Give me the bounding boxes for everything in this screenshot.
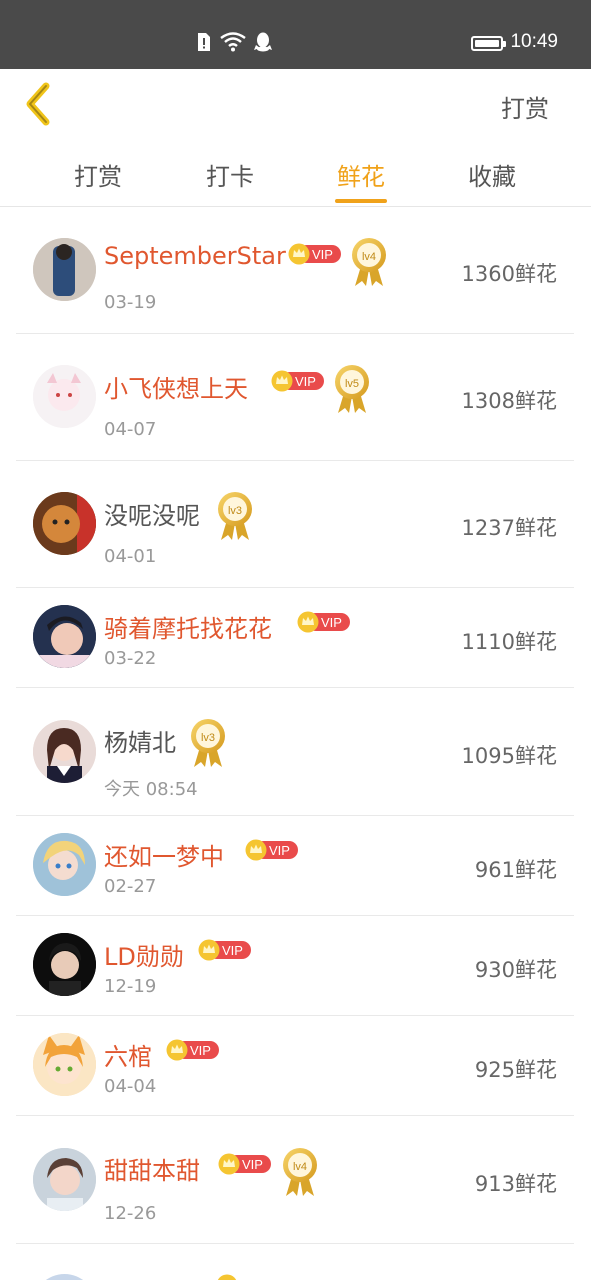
tab-bar: 打赏 打卡 鲜花 收藏: [0, 139, 591, 207]
item-date: 今天 08:54: [104, 779, 198, 800]
svg-text:lv3: lv3: [201, 732, 215, 744]
list-item[interactable]: 小飞侠想上天 VIP lv5 04-07 1308鲜花: [16, 334, 574, 461]
tab-favorites[interactable]: 收藏: [447, 157, 537, 192]
vip-badge: VIP: [271, 370, 324, 392]
flower-count: 913鲜花: [474, 1172, 557, 1196]
header: 打赏: [0, 69, 591, 139]
qq-icon: [254, 32, 272, 52]
level-medal-icon: lv4: [352, 238, 386, 286]
vip-badge: VIP: [288, 243, 341, 265]
vip-badge: VIP: [245, 839, 298, 861]
tab-flowers[interactable]: 鲜花: [316, 157, 406, 192]
list-item[interactable]: 还如一梦中 VIP 02-27 961鲜花: [16, 816, 574, 916]
tab-reward[interactable]: 打赏: [53, 157, 143, 192]
avatar[interactable]: [33, 365, 96, 428]
avatar[interactable]: [33, 1274, 96, 1280]
user-name[interactable]: 骑着摩托找花花: [104, 609, 272, 644]
chevron-left-icon: [26, 82, 50, 126]
vip-badge: VIP: [218, 1153, 271, 1175]
flower-count: 1110鲜花: [461, 630, 557, 654]
svg-text:lv5: lv5: [345, 378, 359, 390]
svg-text:VIP: VIP: [295, 374, 316, 389]
reward-header-button[interactable]: 打赏: [501, 89, 549, 124]
battery-icon: [471, 36, 506, 51]
svg-text:lv4: lv4: [293, 1161, 307, 1173]
list-item[interactable]: LD勋勋 VIP 12-19 930鲜花: [16, 916, 574, 1016]
item-date: 03-19: [104, 292, 157, 313]
avatar[interactable]: [33, 833, 96, 896]
item-date: 02-27: [104, 876, 157, 897]
avatar[interactable]: [33, 1148, 96, 1211]
list-item[interactable]: SeptemberStar VIP lv4 03-19 1360鲜花: [16, 207, 574, 334]
item-date: 12-19: [104, 976, 157, 997]
item-date: 04-01: [104, 546, 157, 567]
wifi-icon: [220, 32, 246, 52]
user-name[interactable]: 甜甜本甜: [104, 1151, 200, 1186]
avatar[interactable]: [33, 720, 96, 783]
flower-count: 1360鲜花: [461, 262, 557, 286]
flower-count: 1308鲜花: [461, 389, 557, 413]
user-name[interactable]: SeptemberStar: [104, 242, 286, 270]
sim-alert-icon: [198, 33, 210, 51]
user-name[interactable]: 小飞侠想上天: [104, 369, 248, 404]
item-date: 03-22: [104, 648, 157, 669]
back-button[interactable]: [20, 82, 64, 126]
active-tab-indicator: [335, 199, 387, 203]
flower-count: 930鲜花: [474, 958, 557, 982]
flower-count: 1095鲜花: [461, 744, 557, 768]
avatar[interactable]: [33, 605, 96, 668]
list-item[interactable]: 骑着摩托找花花 VIP 03-22 1110鲜花: [16, 588, 574, 688]
list-item[interactable]: 杨婧北 lv3 今天 08:54 1095鲜花: [16, 688, 574, 816]
flower-count: 1237鲜花: [461, 516, 557, 540]
list-item[interactable]: 六棺 VIP 04-04 925鲜花: [16, 1016, 574, 1116]
status-bar: 10:49: [0, 0, 591, 69]
level-medal-icon: lv3: [191, 719, 225, 767]
vip-badge: VIP: [166, 1039, 219, 1061]
level-medal-icon: lv5: [335, 365, 369, 413]
vip-badge: VIP: [297, 611, 350, 633]
user-name[interactable]: LD勋勋: [104, 937, 184, 972]
svg-text:lv4: lv4: [362, 251, 376, 263]
list-item[interactable]: 甜甜本甜 VIP lv4 12-26 913鲜花: [16, 1116, 574, 1244]
item-date: 12-26: [104, 1203, 157, 1224]
user-name[interactable]: 没呢没呢: [104, 496, 200, 531]
list-item[interactable]: 没呢没呢 lv3 04-01 1237鲜花: [16, 461, 574, 588]
avatar[interactable]: [33, 238, 96, 301]
user-name[interactable]: 还如一梦中: [104, 837, 224, 872]
user-name[interactable]: 六棺: [104, 1037, 152, 1072]
user-name[interactable]: 杨婧北: [104, 723, 176, 758]
svg-text:VIP: VIP: [312, 247, 333, 262]
item-date: 04-07: [104, 419, 157, 440]
svg-text:VIP: VIP: [269, 843, 290, 858]
item-date: 04-04: [104, 1076, 157, 1097]
tab-checkin[interactable]: 打卡: [185, 157, 275, 192]
avatar[interactable]: [33, 1033, 96, 1096]
status-icons: [196, 32, 272, 52]
svg-text:VIP: VIP: [242, 1157, 263, 1172]
level-medal-icon: lv3: [218, 492, 252, 540]
svg-text:VIP: VIP: [321, 615, 342, 630]
svg-text:lv3: lv3: [228, 505, 242, 517]
svg-text:VIP: VIP: [190, 1043, 211, 1058]
svg-text:VIP: VIP: [222, 943, 243, 958]
level-medal-icon: lv4: [283, 1148, 317, 1196]
avatar[interactable]: [33, 933, 96, 996]
flower-count: 961鲜花: [474, 858, 557, 882]
status-time: 10:49: [510, 31, 558, 52]
vip-badge-partial: [217, 1274, 237, 1280]
vip-badge: VIP: [198, 939, 251, 961]
flower-count: 925鲜花: [474, 1058, 557, 1082]
avatar[interactable]: [33, 492, 96, 555]
list-item[interactable]: [16, 1244, 574, 1280]
